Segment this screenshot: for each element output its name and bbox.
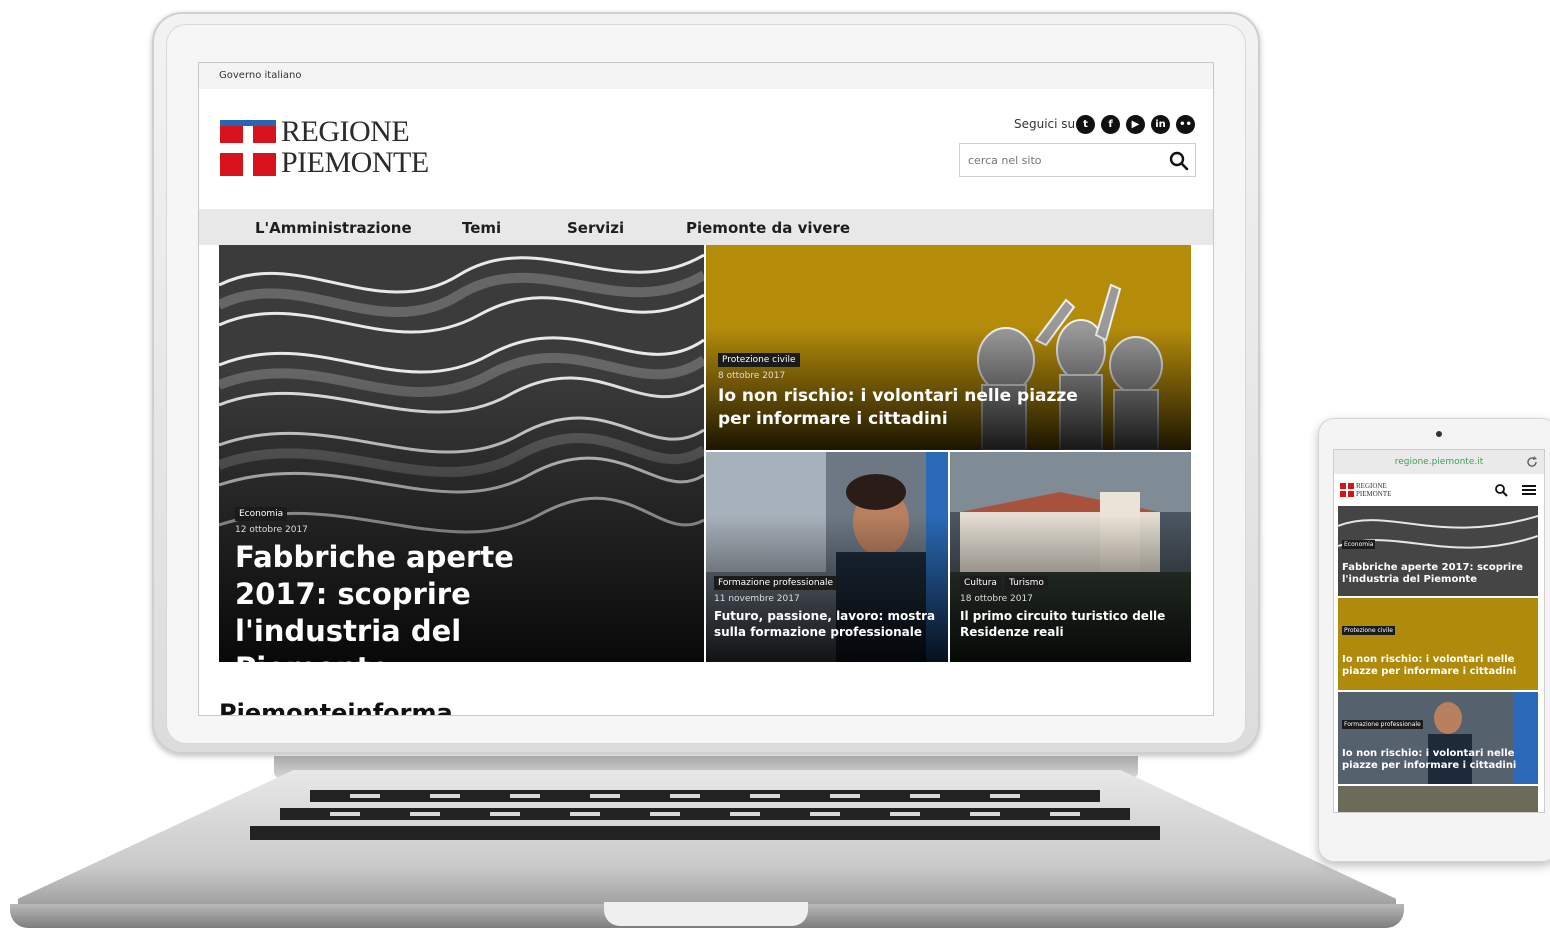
hero-main-card[interactable]: Economia 12 ottobre 2017 Fabbriche apert… [219, 245, 704, 662]
tablet-card-formazione[interactable]: Formazione professionale Io non rischio:… [1338, 692, 1538, 784]
hero-bottom-left-card[interactable]: Formazione professionale 11 novembre 201… [706, 452, 948, 662]
hero-bottom-right-tag-1[interactable]: Cultura [960, 576, 1001, 590]
regione-piemonte-logo-icon[interactable] [220, 120, 276, 176]
logo-line-2: PIEMONTE [281, 146, 429, 179]
youtube-icon[interactable]: ▶ [1126, 115, 1145, 134]
linkedin-icon[interactable]: in [1151, 115, 1170, 134]
search-box [959, 143, 1196, 177]
tablet-card-next[interactable] [1338, 786, 1538, 812]
facebook-icon[interactable]: f [1101, 115, 1120, 134]
site-logo-text[interactable]: REGIONE PIEMONTE [281, 116, 429, 178]
hero-top-tag[interactable]: Protezione civile [718, 353, 800, 367]
main-nav: L'Amministrazione Temi Servizi Piemonte … [199, 209, 1213, 245]
hero-bottom-left-title[interactable]: Futuro, passione, lavoro: mostra sulla f… [714, 608, 940, 640]
hero-grid: Economia 12 ottobre 2017 Fabbriche apert… [219, 245, 1191, 662]
tablet-screen: regione.piemonte.it REGIONE PIEMONTE Eco… [1334, 450, 1544, 812]
tablet-card-economia[interactable]: Economia Fabbriche aperte 2017: scoprire… [1338, 506, 1538, 596]
search-input[interactable] [960, 144, 1160, 176]
hero-bottom-left-tag[interactable]: Formazione professionale [714, 576, 838, 590]
tablet-url-bar[interactable]: regione.piemonte.it [1334, 450, 1544, 474]
hero-main-date: 12 ottobre 2017 [235, 525, 308, 535]
tablet-logo-line-2: PIEMONTE [1356, 490, 1392, 498]
logo-line-1: REGIONE [281, 115, 410, 148]
tablet-camera-icon [1436, 431, 1442, 437]
tablet-card-economia-tag[interactable]: Economia [1342, 540, 1376, 549]
government-link[interactable]: Governo italiano [219, 70, 301, 81]
device-mockup: Governo italiano REGIONE PIEMONTE Seguic… [0, 0, 1550, 939]
tablet-search-icon[interactable] [1494, 483, 1508, 497]
menu-icon[interactable] [1522, 483, 1536, 497]
hero-top-date: 8 ottobre 2017 [718, 371, 786, 381]
twitter-icon[interactable]: t [1076, 115, 1095, 134]
tablet-logo-text[interactable]: REGIONE PIEMONTE [1356, 482, 1391, 498]
tablet-card-protezione[interactable]: Protezione civile Io non rischio: i volo… [1338, 598, 1538, 690]
tablet-logo-line-1: REGIONE [1356, 482, 1387, 490]
tablet-card-formazione-title[interactable]: Io non rischio: i volontari nelle piazze… [1342, 748, 1537, 772]
hero-top-card[interactable]: Protezione civile 8 ottobre 2017 Io non … [706, 245, 1191, 450]
tablet-logo-icon[interactable] [1340, 483, 1354, 497]
tablet-card-formazione-tag[interactable]: Formazione professionale [1342, 720, 1423, 729]
hero-bottom-right-title[interactable]: Il primo circuito turistico delle Reside… [960, 608, 1184, 640]
keyboard-graphic [250, 790, 1160, 840]
hero-bottom-left-date: 11 novembre 2017 [714, 594, 800, 604]
search-icon[interactable] [1169, 151, 1189, 171]
follow-label: Seguici su [1014, 117, 1076, 131]
section-heading: Piemonteinforma [219, 699, 453, 715]
nav-item-servizi[interactable]: Servizi [567, 219, 624, 237]
hero-bottom-left-caption: Formazione professionale 11 novembre 201… [714, 570, 940, 640]
government-bar: Governo italiano [199, 63, 1213, 89]
hero-top-title[interactable]: Io non rischio: i volontari nelle piazze… [718, 385, 1098, 431]
hero-bottom-right-tag-2[interactable]: Turismo [1004, 576, 1048, 590]
flickr-icon[interactable]: •• [1176, 115, 1195, 134]
hero-bottom-right-card[interactable]: Cultura Turismo 18 ottobre 2017 Il primo … [950, 452, 1191, 662]
reload-icon[interactable] [1526, 456, 1538, 468]
hero-main-tag[interactable]: Economia [235, 507, 288, 521]
nav-item-piemonte-da-vivere[interactable]: Piemonte da vivere [686, 219, 850, 237]
laptop-notch [604, 902, 808, 926]
tablet-card-economia-title[interactable]: Fabbriche aperte 2017: scoprire l'indust… [1342, 562, 1537, 586]
hero-bottom-right-date: 18 ottobre 2017 [960, 594, 1033, 604]
nav-item-temi[interactable]: Temi [462, 219, 501, 237]
hero-top-caption: Protezione civile 8 ottobre 2017 Io non … [718, 347, 1098, 431]
hero-main-caption: Economia 12 ottobre 2017 Fabbriche apert… [235, 501, 675, 662]
nav-item-amministrazione[interactable]: L'Amministrazione [255, 219, 412, 237]
tablet-header: REGIONE PIEMONTE [1334, 474, 1544, 506]
laptop-screen: Governo italiano REGIONE PIEMONTE Seguic… [199, 63, 1213, 715]
tablet-card-protezione-tag[interactable]: Protezione civile [1342, 626, 1395, 635]
tablet-card-protezione-title[interactable]: Io non rischio: i volontari nelle piazze… [1342, 654, 1537, 678]
hero-main-title[interactable]: Fabbriche aperte 2017: scoprire l'indust… [235, 539, 615, 662]
hero-bottom-right-caption: Cultura Turismo 18 ottobre 2017 Il primo … [960, 570, 1184, 640]
tablet-url-text: regione.piemonte.it [1394, 457, 1484, 467]
